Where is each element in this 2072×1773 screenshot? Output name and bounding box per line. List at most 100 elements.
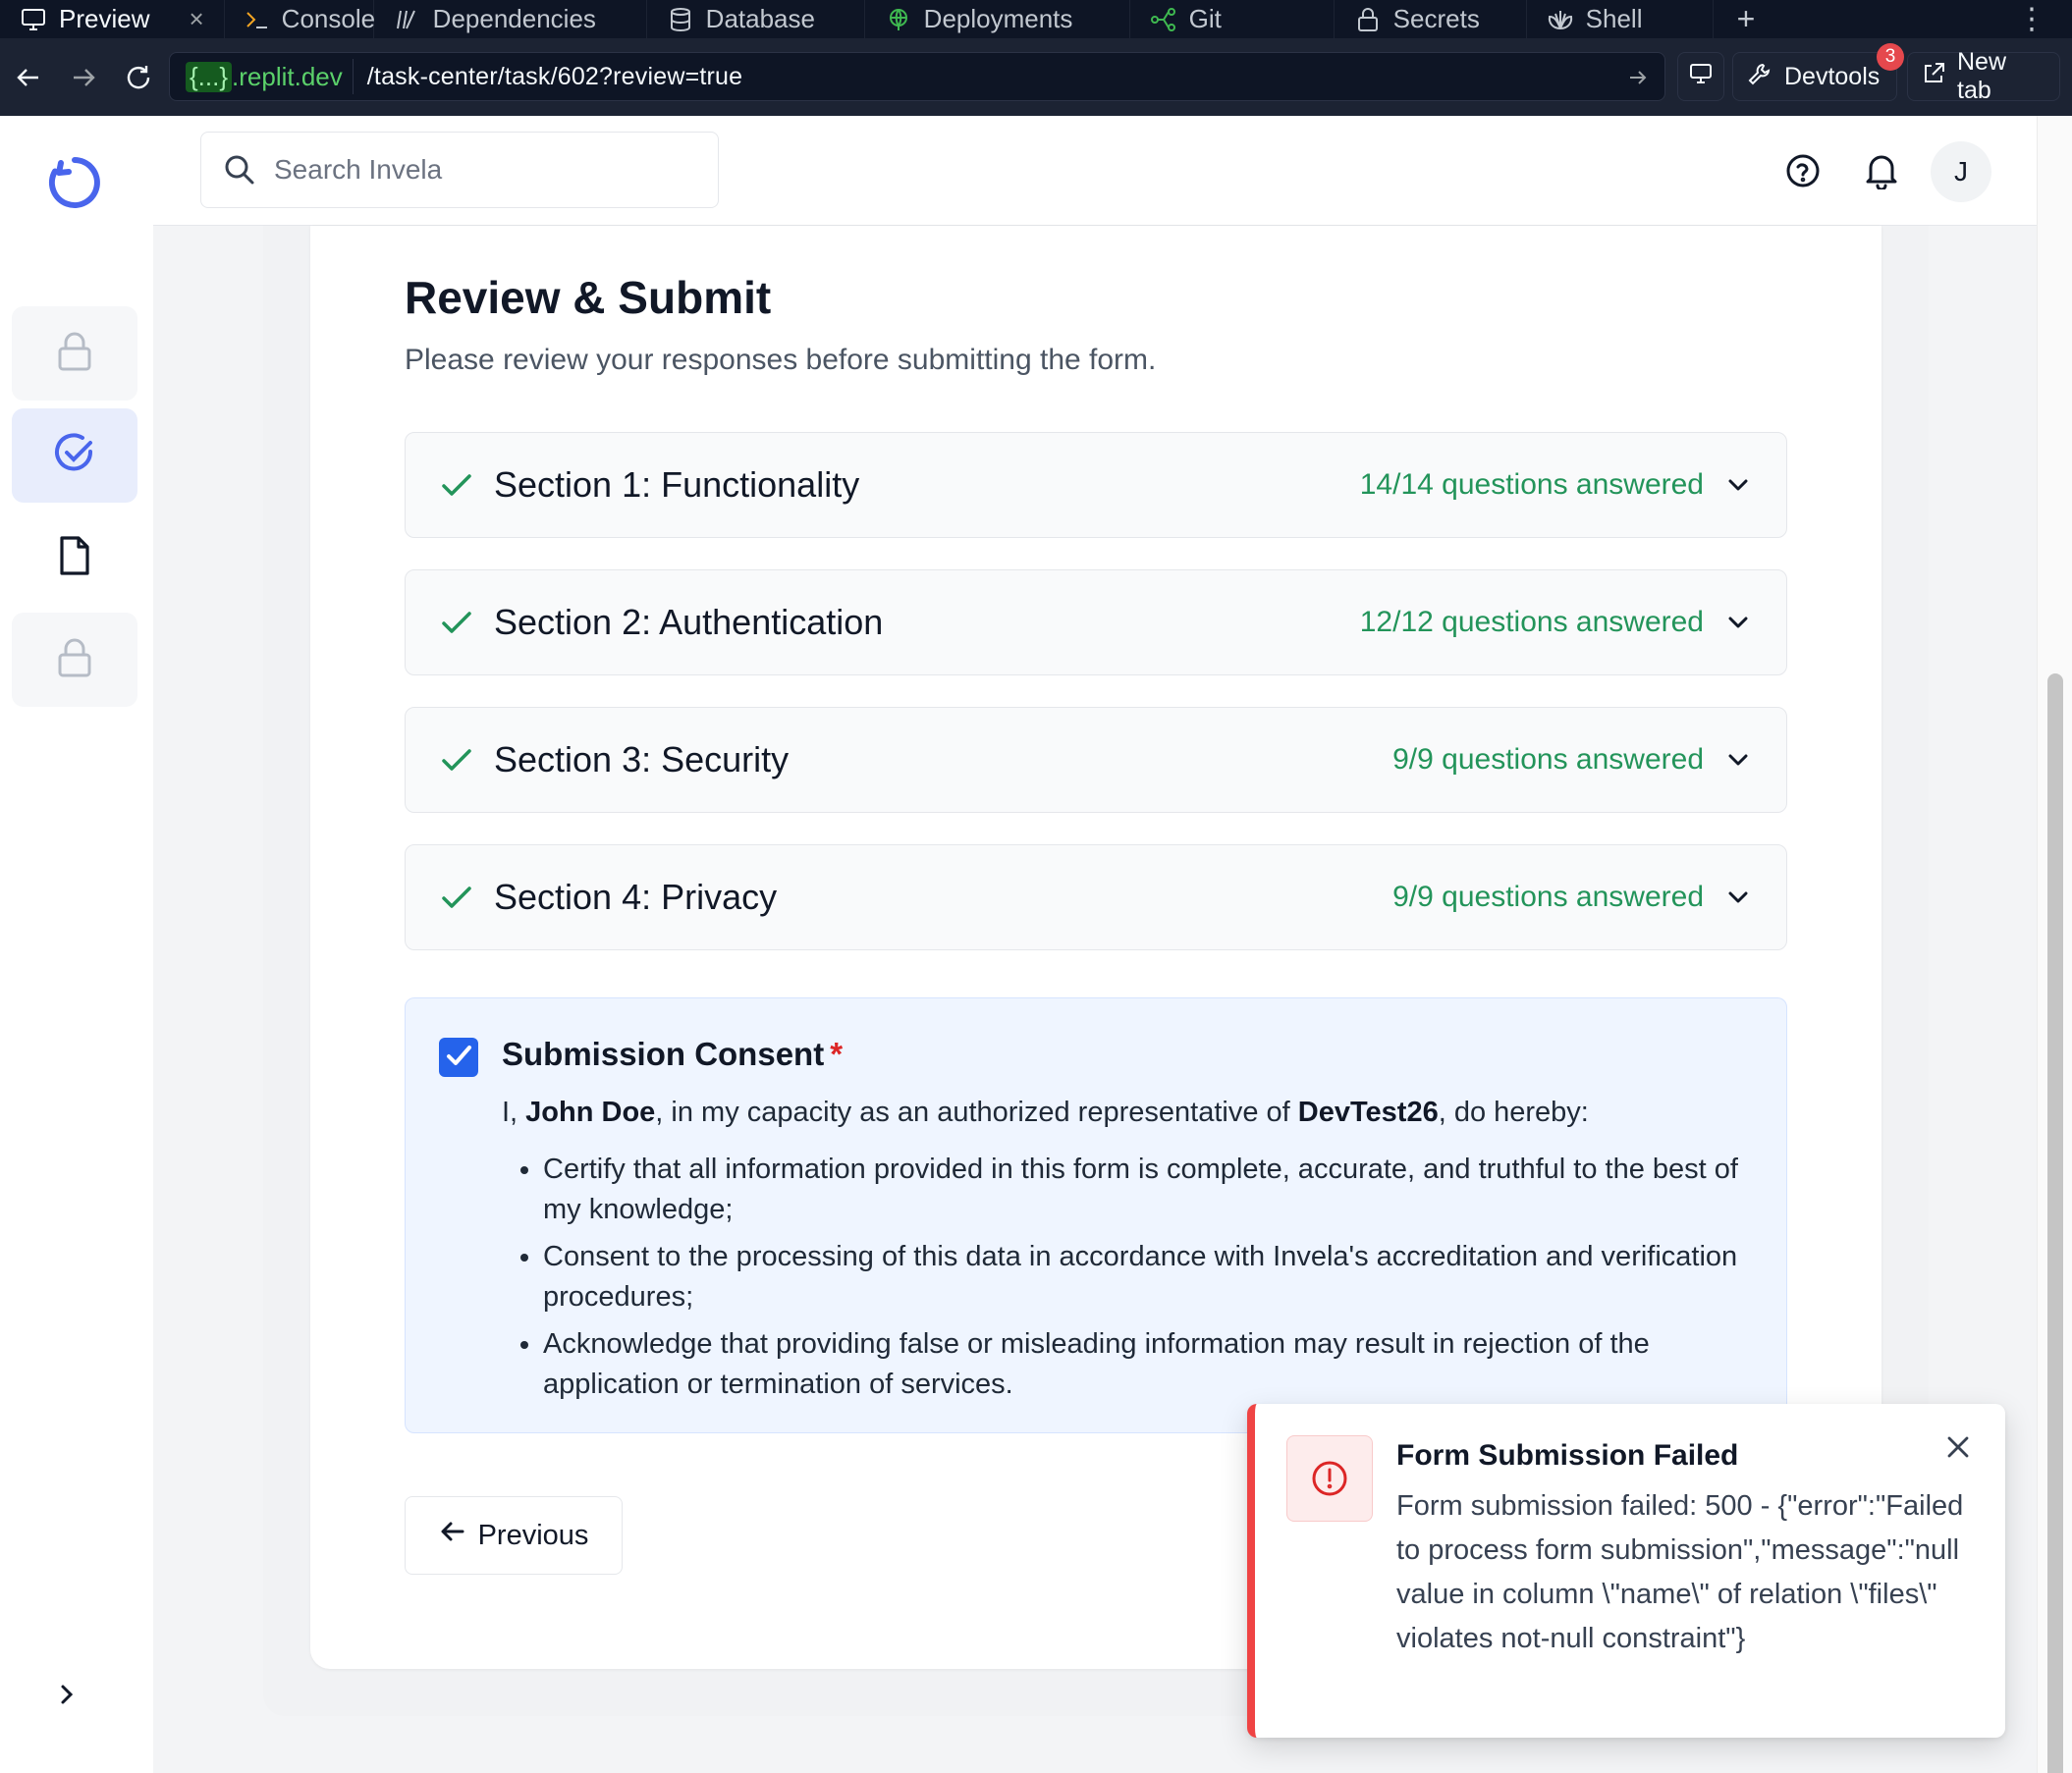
notification-count-badge: 3 [1877, 43, 1904, 71]
consent-title: Submission Consent * [502, 1036, 843, 1073]
tab-database[interactable]: Database [647, 0, 865, 38]
tab-git[interactable]: Git [1130, 0, 1335, 38]
app-sidebar [0, 116, 153, 1773]
database-icon [667, 6, 694, 33]
arrow-left-icon [439, 1518, 466, 1553]
search-box[interactable] [200, 132, 719, 208]
consent-list-item: Consent to the processing of this data i… [543, 1237, 1761, 1317]
consent-checkbox[interactable] [439, 1038, 478, 1077]
error-toast: Form Submission Failed Form submission f… [1247, 1404, 2005, 1738]
address-field[interactable]: {...} .replit.dev /task-center/task/602?… [169, 52, 1665, 101]
check-icon [439, 742, 474, 778]
section-title: Section 3: Security [494, 739, 790, 779]
workspace-tab-bar: Preview × Console Dependencies Database … [0, 0, 2072, 38]
search-input[interactable] [274, 154, 706, 186]
intro-suffix: , do hereby: [1438, 1097, 1589, 1128]
avatar[interactable]: J [1931, 141, 1991, 202]
previous-button[interactable]: Previous [405, 1496, 623, 1575]
chevron-right-icon[interactable] [51, 1679, 82, 1710]
section-authentication[interactable]: Section 2: Authentication 12/12 question… [405, 569, 1787, 675]
consent-list-item: Acknowledge that providing false or misl… [543, 1324, 1761, 1405]
sidebar-item-files[interactable] [12, 510, 137, 605]
tab-preview[interactable]: Preview × [0, 0, 225, 38]
required-mark: * [830, 1036, 844, 1072]
section-functionality[interactable]: Section 1: Functionality 14/14 questions… [405, 432, 1787, 538]
intro-prefix: I, [502, 1097, 526, 1128]
domain-brace: {...} [186, 61, 233, 92]
toast-title: Form Submission Failed [1396, 1439, 1739, 1472]
shell-icon [1547, 6, 1574, 33]
domain-chip: {...} .replit.dev [176, 59, 354, 94]
devtools-label: Devtools [1784, 62, 1881, 90]
reload-icon[interactable] [116, 55, 161, 100]
section-answer-count: 9/9 questions answered [1392, 743, 1704, 776]
tab-console[interactable]: Console [225, 0, 375, 38]
sidebar-item-task-center[interactable] [12, 408, 137, 503]
check-circle-icon [54, 432, 95, 479]
company-name: DevTest26 [1297, 1097, 1439, 1128]
globe-icon [885, 6, 912, 33]
sidebar-item-locked-2 [12, 613, 137, 707]
section-privacy[interactable]: Section 4: Privacy 9/9 questions answere… [405, 844, 1787, 950]
new-tab-button[interactable]: New tab [1907, 48, 2060, 104]
chevron-down-icon[interactable] [1723, 883, 1753, 912]
chevron-down-icon[interactable] [1723, 608, 1753, 637]
back-arrow-icon[interactable] [6, 55, 51, 100]
file-icon [58, 535, 91, 581]
go-arrow-icon[interactable] [1623, 63, 1653, 92]
page-title: Review & Submit [405, 272, 772, 323]
tab-label: Dependencies [432, 4, 596, 33]
package-icon [394, 6, 421, 33]
check-icon [439, 605, 474, 640]
new-tab-plus-icon[interactable]: + [1714, 0, 1779, 38]
tab-label: Shell [1585, 4, 1643, 33]
submission-consent-box: Submission Consent * I, John Doe, in my c… [405, 997, 1787, 1433]
help-icon[interactable] [1783, 151, 1823, 190]
new-tab-label: New tab [1957, 48, 2007, 104]
check-icon [439, 467, 474, 503]
lock-icon [57, 637, 92, 683]
intro-middle: , in my capacity as an authorized repres… [655, 1097, 1298, 1128]
section-answer-count: 9/9 questions answered [1392, 881, 1704, 913]
lock-icon [57, 331, 92, 377]
device-preview-button[interactable] [1677, 52, 1724, 101]
section-title: Section 1: Functionality [494, 464, 860, 505]
consent-list: Certify that all information provided in… [543, 1150, 1761, 1412]
lock-icon [1354, 6, 1382, 33]
scrollbar-thumb[interactable] [2047, 673, 2063, 1773]
section-title: Section 4: Privacy [494, 877, 778, 917]
tab-secrets[interactable]: Secrets [1335, 0, 1527, 38]
more-options-icon[interactable]: ⋮ [2017, 0, 2046, 38]
check-icon [439, 880, 474, 915]
domain-suffix: .replit.dev [232, 61, 343, 91]
invela-logo-icon[interactable] [47, 155, 102, 210]
toast-message: Form submission failed: 500 - {"error":"… [1396, 1490, 1964, 1654]
url-path: /task-center/task/602?review=true [366, 62, 743, 90]
section-answer-count: 14/14 questions answered [1359, 468, 1704, 501]
external-link-icon [1922, 62, 1945, 92]
wrench-icon [1747, 61, 1772, 93]
section-title: Section 2: Authentication [494, 602, 884, 642]
page-subtitle: Please review your responses before subm… [405, 344, 1157, 376]
signer-name: John Doe [525, 1097, 656, 1128]
previous-label: Previous [477, 1519, 589, 1551]
bell-icon[interactable] [1862, 151, 1901, 190]
devtools-button[interactable]: Devtools 3 [1732, 43, 1904, 101]
tab-deployments[interactable]: Deployments [865, 0, 1130, 38]
alert-circle-icon [1286, 1435, 1373, 1522]
tab-shell[interactable]: Shell [1527, 0, 1714, 38]
checkmark-icon [444, 1041, 473, 1075]
close-icon[interactable] [1940, 1429, 1976, 1465]
search-icon [223, 153, 256, 187]
monitor-icon [20, 6, 47, 33]
page-scrollbar[interactable] [2037, 116, 2072, 1773]
section-security[interactable]: Section 3: Security 9/9 questions answer… [405, 707, 1787, 813]
git-icon [1150, 6, 1177, 33]
monitor-icon [1689, 63, 1713, 91]
forward-arrow-icon[interactable] [61, 55, 106, 100]
chevron-down-icon[interactable] [1723, 470, 1753, 500]
tab-dependencies[interactable]: Dependencies [374, 0, 647, 38]
close-icon[interactable]: × [189, 4, 203, 34]
chevron-down-icon[interactable] [1723, 745, 1753, 775]
consent-intro: I, John Doe, in my capacity as an author… [502, 1097, 1589, 1129]
